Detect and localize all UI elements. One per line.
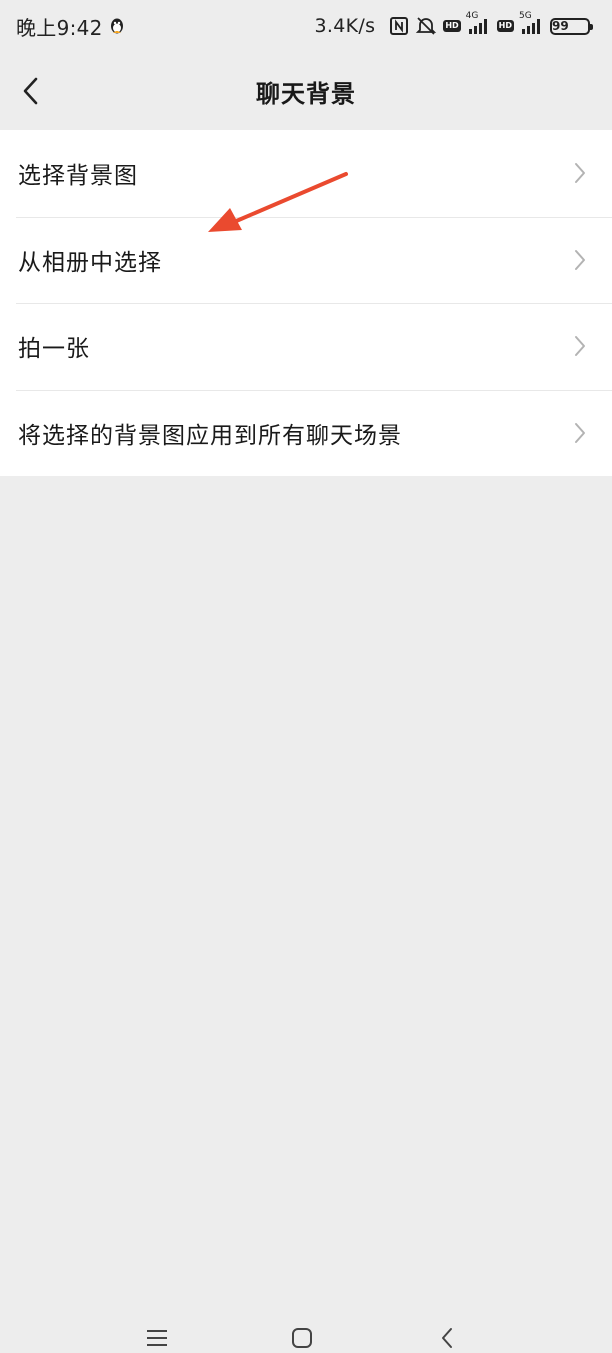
network-type-2: 5G bbox=[519, 11, 532, 21]
status-time: 晚上9:42 bbox=[16, 15, 103, 40]
back-button[interactable] bbox=[10, 71, 50, 111]
nfc-icon bbox=[389, 16, 409, 36]
list-item-apply-to-all-chats[interactable]: 将选择的背景图应用到所有聊天场景 bbox=[0, 389, 612, 477]
list-item-label: 将选择的背景图应用到所有聊天场景 bbox=[18, 422, 402, 449]
nav-bar: 聊天背景 bbox=[0, 52, 612, 130]
list-item-take-photo[interactable]: 拍一张 bbox=[0, 303, 612, 390]
chevron-right-icon bbox=[575, 422, 585, 443]
bell-muted-icon bbox=[415, 16, 437, 36]
chevron-left-icon bbox=[23, 77, 38, 105]
chevron-right-icon bbox=[575, 336, 585, 357]
list-item-label: 从相册中选择 bbox=[18, 249, 162, 276]
annotation-arrow-icon bbox=[208, 172, 348, 232]
network-type-1: 4G bbox=[465, 11, 479, 21]
network-speed: 3.4K/s bbox=[314, 15, 376, 37]
status-right: 3.4K/s HD 4G HD 5G 99 bbox=[314, 11, 593, 37]
chevron-right-icon bbox=[575, 249, 585, 270]
chevron-right-icon bbox=[575, 163, 585, 184]
page-title: 聊天背景 bbox=[256, 79, 356, 108]
recent-apps-button[interactable] bbox=[142, 1326, 172, 1350]
menu-lines-icon bbox=[147, 1330, 167, 1346]
system-nav-bar bbox=[0, 1310, 612, 1353]
system-back-button[interactable] bbox=[432, 1326, 462, 1350]
list-item-label: 拍一张 bbox=[18, 336, 90, 363]
triangle-back-icon bbox=[442, 1328, 452, 1348]
rounded-square-icon bbox=[292, 1328, 312, 1348]
hd-badge-1: HD bbox=[443, 20, 461, 32]
status-left: 晚上9:42 bbox=[16, 12, 125, 41]
list-item-label: 选择背景图 bbox=[18, 163, 138, 190]
signal-5g-icon: 5G bbox=[519, 11, 544, 35]
signal-4g-icon: 4G bbox=[466, 11, 491, 35]
battery-icon: 99 bbox=[550, 17, 593, 35]
hd-badge-2: HD bbox=[496, 20, 514, 32]
home-button[interactable] bbox=[287, 1326, 317, 1350]
qq-penguin-icon bbox=[110, 18, 123, 34]
status-bar: 晚上9:42 3.4K/s HD 4G HD 5G 99 bbox=[0, 0, 612, 52]
